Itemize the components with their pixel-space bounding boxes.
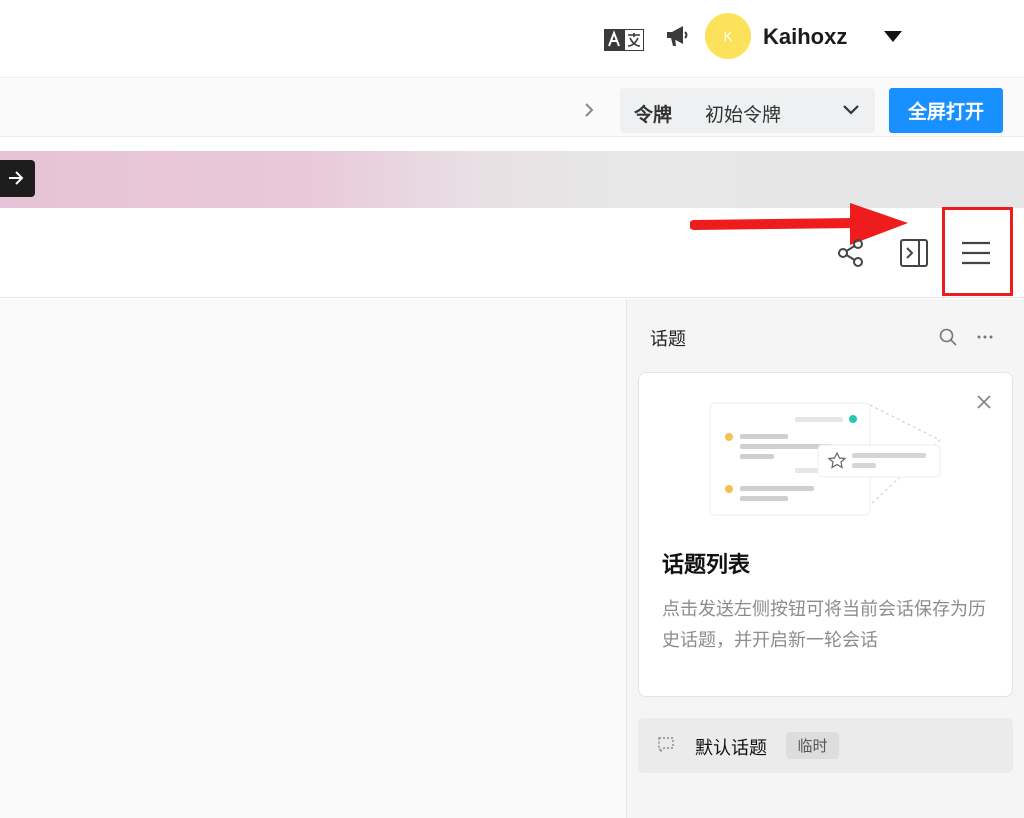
panel-toggle-icon[interactable]: [899, 238, 929, 268]
token-label: 令牌: [634, 104, 673, 126]
topic-list-title: 话题列表: [662, 553, 751, 578]
topic-illustration: [709, 402, 941, 516]
fullscreen-open-button[interactable]: 全屏打开: [889, 88, 1003, 133]
close-icon[interactable]: [974, 392, 994, 412]
arrow-right-icon: [9, 171, 24, 185]
chat-area: [0, 299, 626, 818]
translate-icon[interactable]: [604, 29, 644, 51]
hamburger-menu-icon[interactable]: [960, 240, 992, 266]
expand-button[interactable]: [0, 160, 35, 197]
temporary-badge: 临时: [786, 732, 839, 759]
more-icon[interactable]: [975, 327, 995, 347]
default-topic-name[interactable]: 默认话题: [695, 734, 767, 760]
share-icon[interactable]: [836, 238, 866, 268]
topic-list-description: 点击发送左侧按钮可将当前会话保存为历史话题，并开启新一轮会话: [662, 599, 986, 651]
chat-bubble-icon: [658, 737, 674, 754]
megaphone-icon[interactable]: [664, 22, 690, 48]
top-header: [0, 0, 1024, 78]
avatar[interactable]: K: [705, 13, 751, 59]
token-value[interactable]: 初始令牌: [705, 100, 781, 127]
username[interactable]: Kaihoxz: [763, 24, 847, 50]
sidebar-title: 话题: [650, 329, 686, 350]
chevron-right-icon[interactable]: [582, 102, 596, 118]
chevron-down-icon[interactable]: [842, 104, 860, 116]
caret-down-icon[interactable]: [884, 31, 902, 42]
annotation-arrow: [690, 203, 908, 245]
search-icon[interactable]: [938, 327, 958, 347]
